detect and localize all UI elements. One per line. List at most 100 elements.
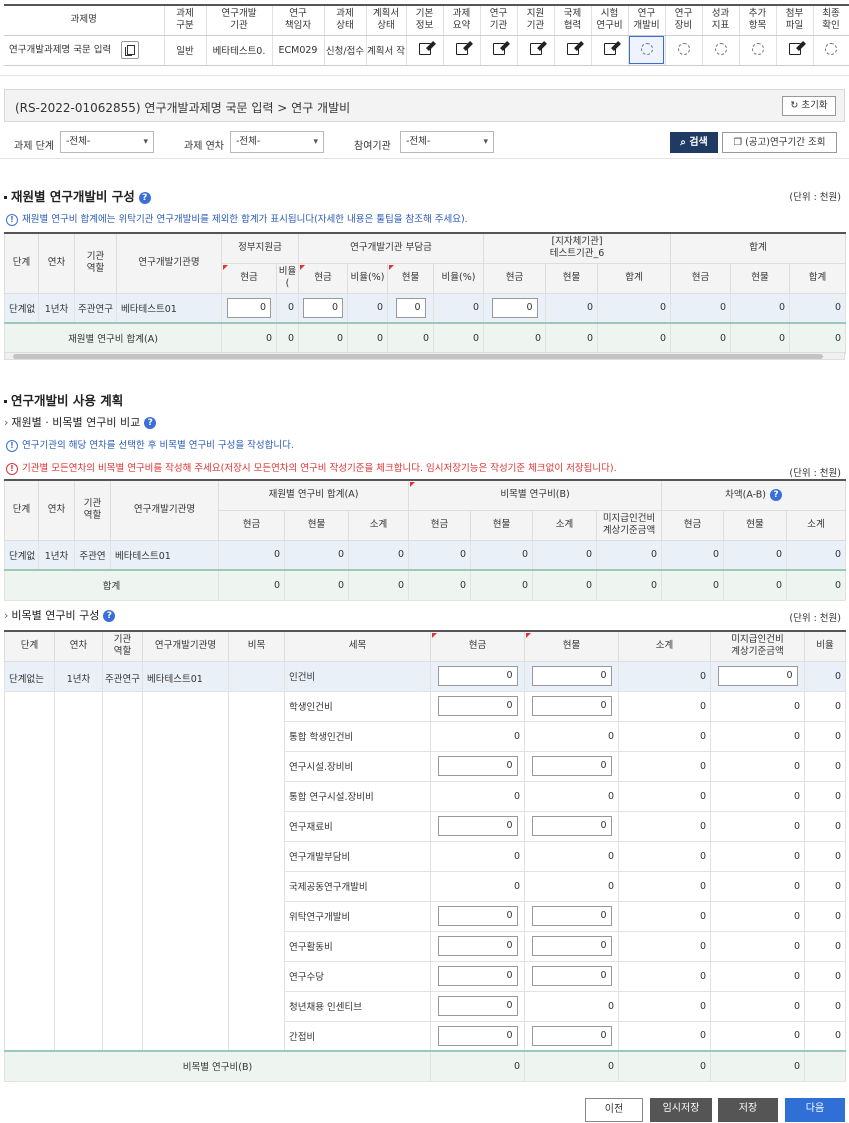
- save-button[interactable]: 저장: [718, 1098, 778, 1122]
- year-select[interactable]: -전체-: [230, 131, 324, 153]
- step-intl-coop[interactable]: [554, 35, 592, 66]
- section-title-usage-plan: 연구개발비 사용 계획: [4, 390, 123, 409]
- task-table: 과제명 과제 구분 연구개발 기관 연구 책임자 과제 상태 계획서 상태 기본 정보 과제 …: [4, 4, 849, 66]
- cell-inkind: 0: [524, 960, 619, 992]
- prev-button[interactable]: 이전: [585, 1098, 643, 1122]
- col-gov-support: 정부지원금: [220, 232, 300, 264]
- phase-select-value: -전체-: [66, 136, 91, 147]
- help-icon[interactable]: ?: [138, 191, 151, 204]
- step-attachments[interactable]: [776, 35, 814, 66]
- phase-select[interactable]: -전체-: [60, 131, 154, 153]
- total-cell: 0: [483, 322, 547, 354]
- ob-cash-input[interactable]: 0: [303, 297, 344, 318]
- value-cell: 0: [723, 539, 788, 571]
- info-message: ! 재원별 연구비 합계에는 위탁기관 연구개발비를 제외한 합계가 표시됩니다(…: [6, 211, 468, 226]
- total-cell: 0: [596, 569, 663, 601]
- table-row: 연구수당 0 0 0 0 0: [4, 960, 846, 992]
- cash-input[interactable]: 0: [437, 906, 518, 926]
- cash-input[interactable]: 0: [437, 966, 518, 986]
- table-row: 연구개발부담비 0 0 0 0 0: [4, 840, 846, 872]
- inkind-input[interactable]: 0: [531, 906, 612, 926]
- help-icon[interactable]: ?: [144, 417, 157, 429]
- task-status: 신청/접수: [324, 35, 367, 66]
- inkind-input[interactable]: 0: [531, 1025, 612, 1046]
- cash-input[interactable]: 0: [437, 696, 518, 716]
- lc-cash-input[interactable]: 0: [491, 297, 538, 318]
- reset-button[interactable]: ↻ 초기화: [782, 96, 836, 116]
- top-col-header: 지원 기관: [517, 4, 555, 36]
- step-equipment[interactable]: [665, 35, 703, 66]
- step-support-org[interactable]: [517, 35, 555, 66]
- cash-input[interactable]: 0: [437, 666, 518, 686]
- inkind-input[interactable]: 0: [531, 756, 612, 776]
- cash-input[interactable]: 0: [437, 816, 518, 836]
- cell-subtotal: 0: [618, 900, 711, 932]
- step-performance[interactable]: [702, 35, 740, 66]
- search-button[interactable]: ⌕ 검색: [670, 132, 718, 153]
- step-research-org[interactable]: [480, 35, 518, 66]
- step-rnd-cost[interactable]: [628, 35, 666, 66]
- cell-empty: [4, 811, 55, 841]
- inkind-input[interactable]: 0: [531, 966, 612, 986]
- cash-input[interactable]: 0: [437, 1025, 518, 1046]
- cell-empty: [4, 961, 55, 991]
- cash-input[interactable]: 0: [437, 936, 518, 956]
- year-filter-label: 과제 연차: [184, 141, 224, 152]
- next-button[interactable]: 다음: [785, 1098, 845, 1122]
- cell-unpaid: 0: [710, 930, 805, 962]
- cell-cash: 0: [430, 960, 525, 992]
- inkind-input[interactable]: 0: [531, 666, 612, 686]
- cell-empty: [54, 901, 103, 931]
- step-basic-info[interactable]: [406, 35, 444, 66]
- cell-subitem: 청년채용 인센티브: [284, 990, 431, 1022]
- scrollbar-thumb[interactable]: [13, 354, 823, 359]
- help-icon[interactable]: ?: [769, 489, 782, 501]
- cell-subtotal: 0: [618, 660, 711, 692]
- table-row[interactable]: 단계없 1년차 주관연 베타테스트01 0000000000: [4, 539, 847, 571]
- inkind-input[interactable]: 0: [531, 696, 612, 716]
- edit-icon: [529, 42, 542, 55]
- step-task-summary[interactable]: [443, 35, 481, 66]
- inkind-input[interactable]: 0: [531, 816, 612, 836]
- cell-ratio: 0: [804, 750, 846, 782]
- col-org-burden: 연구개발기관 부담금: [298, 232, 485, 264]
- edit-icon: [418, 42, 431, 55]
- cell-inkind: 0: [524, 690, 619, 722]
- cell-subtotal: 0: [618, 990, 711, 1022]
- horizontal-scrollbar[interactable]: [4, 352, 845, 360]
- top-col-header: 최종 확인: [813, 4, 849, 36]
- step-test-cost[interactable]: [591, 35, 629, 66]
- cash-input[interactable]: 0: [437, 756, 518, 776]
- value-cell: 0: [218, 539, 285, 571]
- cell-empty: [54, 931, 103, 961]
- gov-cash-input[interactable]: 0: [227, 297, 271, 318]
- copy-icon[interactable]: [121, 41, 140, 59]
- col-org: 연구개발기관명: [116, 232, 222, 294]
- col-b-unpaid: 미지급인건비 계상기준금액: [596, 509, 663, 541]
- help-icon[interactable]: ?: [103, 610, 116, 622]
- ob-inkind-input[interactable]: 0: [395, 297, 426, 318]
- cell-empty: [228, 811, 285, 841]
- cell-subtotal: 0: [618, 720, 711, 752]
- task-category: 일반: [164, 35, 207, 66]
- top-col-header: 과제 요약: [443, 4, 481, 36]
- total-cell: 0: [545, 322, 599, 354]
- unpaid-input[interactable]: 0: [717, 666, 798, 686]
- org-select[interactable]: -전체-: [400, 131, 494, 153]
- temp-save-button[interactable]: 임시저장: [650, 1098, 712, 1122]
- cell-empty: [54, 751, 103, 781]
- step-extra-items[interactable]: [739, 35, 777, 66]
- top-col-header: 과제 상태: [324, 4, 367, 36]
- total-label: 합계: [4, 569, 219, 601]
- notice-period-button[interactable]: ❐ (공고)연구기간 조회: [722, 132, 837, 153]
- cell-empty: [102, 721, 143, 751]
- cell-empty: [4, 1021, 55, 1051]
- total-label: 비목별 연구비(B): [4, 1050, 431, 1082]
- cell-ratio: 0: [804, 900, 846, 932]
- cash-input[interactable]: 0: [437, 996, 518, 1016]
- step-final-check[interactable]: [813, 35, 849, 66]
- total-ratio: [804, 1050, 846, 1082]
- inkind-input[interactable]: 0: [531, 936, 612, 956]
- col-unpaid: 미지급인건비 계상기준금액: [710, 630, 805, 662]
- cell-ratio: 0: [804, 840, 846, 872]
